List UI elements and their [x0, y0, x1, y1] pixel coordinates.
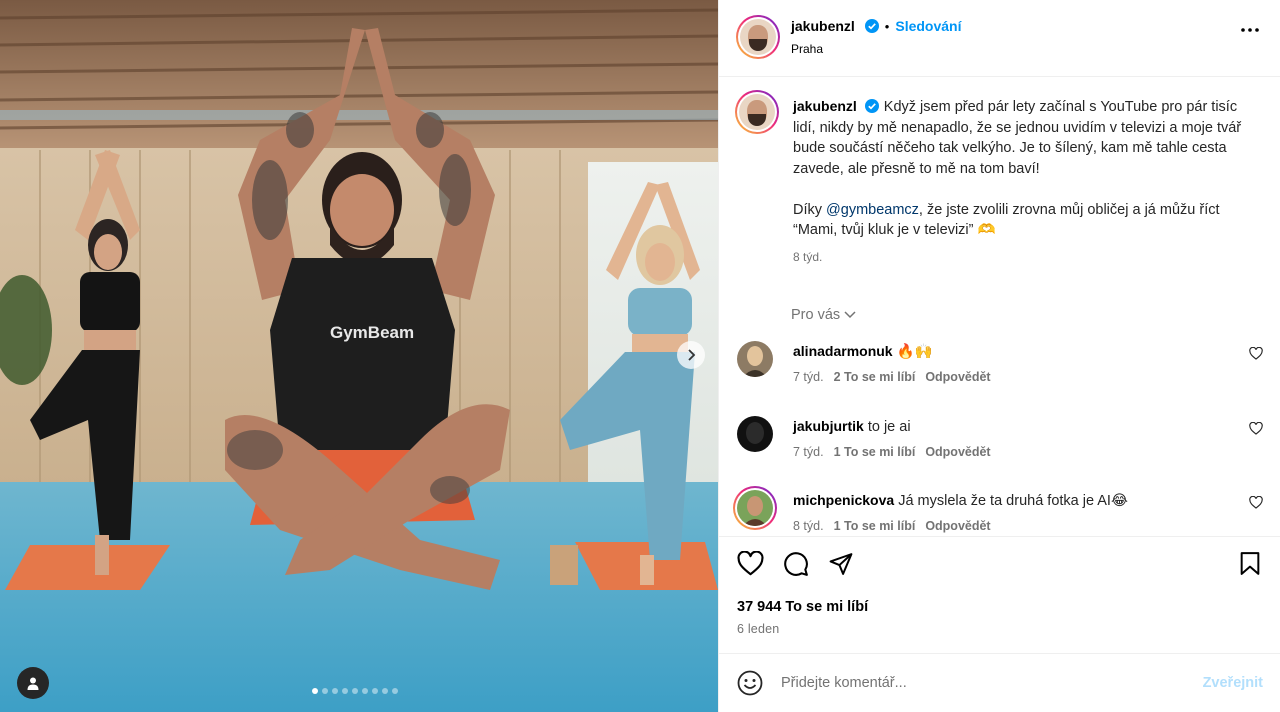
caption-avatar-image — [739, 94, 775, 130]
carousel-dot — [392, 688, 398, 694]
post-actions: 37 944 To se mi líbí 6 leden — [719, 536, 1280, 653]
post-photo: GymBeam — [0, 0, 718, 712]
post-comment-button[interactable]: Zveřejnit — [1203, 675, 1263, 691]
header-separator: • — [884, 18, 890, 34]
caption-body: Když jsem před pár lety začínal s YouTub… — [793, 99, 1242, 177]
for-you-sort-button[interactable]: Pro vás — [791, 307, 856, 323]
comment-time[interactable]: 7 týd. — [793, 370, 824, 384]
caption-mention-link[interactable]: @gymbeamcz — [826, 202, 919, 218]
post-header: jakubenzl • Sledování Praha — [719, 0, 1280, 77]
comment-text: Já myslela že ta druhá fotka je AI😂 — [898, 493, 1128, 509]
reply-button[interactable]: Odpovědět — [925, 445, 990, 459]
author-avatar-image — [740, 19, 776, 55]
carousel-indicator — [312, 688, 398, 694]
commenter-username[interactable]: michpenickova — [793, 492, 894, 508]
comment-text: to je ai — [867, 419, 911, 435]
caption-time[interactable]: 8 týd. — [793, 247, 1255, 268]
user-tag-icon — [27, 677, 39, 690]
post-media[interactable]: GymBeam — [0, 0, 718, 712]
carousel-dot — [352, 688, 358, 694]
user-tag-button[interactable] — [17, 667, 49, 699]
verified-badge-icon — [864, 19, 879, 33]
carousel-dot — [322, 688, 328, 694]
more-options-icon[interactable] — [1241, 28, 1259, 32]
likes-count[interactable]: 37 944 To se mi líbí — [737, 599, 868, 615]
add-comment-bar: Zveřejnit — [719, 653, 1280, 712]
heart-icon[interactable] — [1249, 496, 1263, 509]
for-you-label: Pro vás — [791, 307, 841, 323]
comment-input[interactable] — [781, 669, 1181, 697]
comment-item: alinadarmonuk 🔥🙌 7 týd. 2 To se mi líbí … — [737, 341, 1267, 401]
carousel-dot — [362, 688, 368, 694]
commenter-avatar[interactable] — [737, 341, 773, 377]
caption-body-2-start: Díky — [793, 201, 827, 218]
comment-likes[interactable]: 1 To se mi líbí — [834, 519, 916, 533]
reply-button[interactable]: Odpovědět — [925, 519, 990, 533]
heart-icon[interactable] — [737, 551, 764, 576]
following-button[interactable]: Sledování — [895, 18, 961, 34]
carousel-dot — [342, 688, 348, 694]
shirt-brand-text: GymBeam — [330, 323, 414, 342]
comment-likes[interactable]: 2 To se mi líbí — [834, 370, 916, 384]
reply-button[interactable]: Odpovědět — [925, 370, 990, 384]
comment-item: michpenickova Já myslela že ta druhá fot… — [733, 486, 1267, 536]
author-avatar[interactable] — [736, 15, 780, 59]
chevron-down-icon — [844, 311, 856, 319]
commenter-avatar[interactable] — [737, 416, 773, 452]
commenter-username[interactable]: alinadarmonuk — [793, 343, 893, 359]
post-location[interactable]: Praha — [791, 42, 823, 56]
verified-badge-icon — [864, 99, 879, 113]
commenter-avatar[interactable] — [733, 486, 777, 530]
heart-icon[interactable] — [1249, 347, 1263, 360]
comment-text: 🔥🙌 — [896, 344, 933, 360]
caption-text: jakubenzl Když jsem před pár lety začínal… — [793, 96, 1255, 267]
comment-likes[interactable]: 1 To se mi líbí — [834, 445, 916, 459]
author-username[interactable]: jakubenzl — [791, 18, 855, 34]
carousel-dot — [372, 688, 378, 694]
emoji-icon[interactable] — [737, 670, 763, 696]
comments-list[interactable]: jakubenzl Když jsem před pár lety začínal… — [719, 78, 1280, 536]
comment-item: jakubjurtik to je ai 7 týd. 1 To se mi l… — [737, 416, 1267, 476]
carousel-dot — [312, 688, 318, 694]
chevron-right-icon — [688, 349, 696, 361]
carousel-dot — [382, 688, 388, 694]
post-date[interactable]: 6 leden — [737, 622, 779, 636]
caption-username[interactable]: jakubenzl — [793, 98, 857, 114]
caption-author-avatar[interactable] — [735, 90, 779, 134]
comment-time[interactable]: 7 týd. — [793, 445, 824, 459]
share-icon[interactable] — [828, 551, 854, 576]
carousel-dot — [332, 688, 338, 694]
commenter-username[interactable]: jakubjurtik — [793, 418, 864, 434]
comment-time[interactable]: 8 týd. — [793, 519, 824, 533]
comment-icon[interactable] — [783, 551, 809, 577]
post-side-panel: jakubenzl • Sledování Praha jakubenzl Kdy… — [718, 0, 1280, 712]
carousel-next-button[interactable] — [677, 341, 705, 369]
bookmark-icon[interactable] — [1239, 551, 1261, 576]
heart-icon[interactable] — [1249, 422, 1263, 435]
